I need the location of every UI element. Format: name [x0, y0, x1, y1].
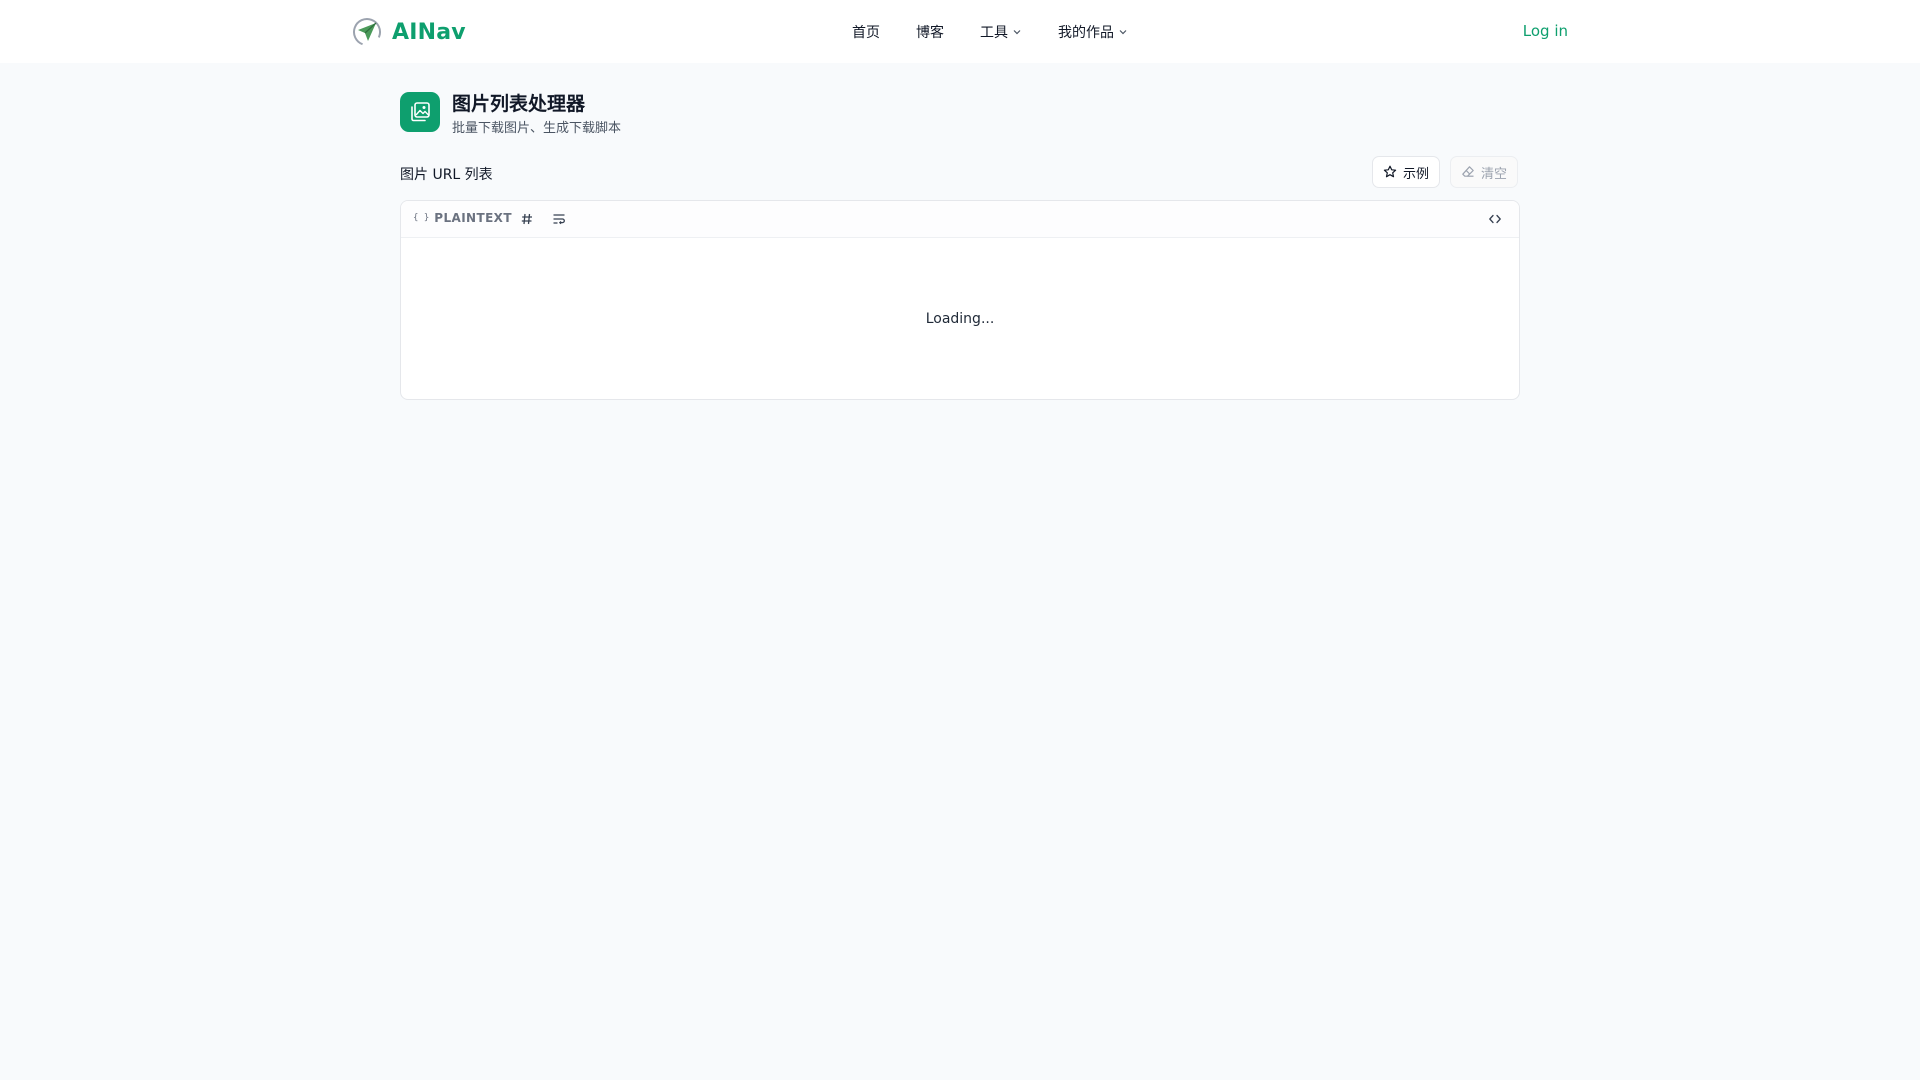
- example-button-label: 示例: [1403, 166, 1430, 182]
- clear-button-label: 清空: [1481, 166, 1508, 182]
- brand-logo[interactable]: AINav: [352, 15, 466, 49]
- code-icon: [1489, 214, 1501, 224]
- login-link[interactable]: Log in: [1523, 22, 1568, 40]
- braces-icon: { }: [413, 213, 430, 223]
- url-editor[interactable]: { } PLAINTEXT Loading...: [400, 200, 1520, 400]
- language-label: PLAINTEXT: [434, 211, 512, 225]
- language-selector[interactable]: { } PLAINTEXT: [413, 211, 512, 225]
- nav-item-label: 我的作品: [1058, 24, 1114, 41]
- top-header: AINav 首页 博客 工具 我的作品 Log in: [0, 0, 1920, 63]
- word-wrap-toggle[interactable]: [551, 211, 567, 227]
- nav-item-label: 首页: [852, 24, 880, 41]
- star-icon: [1383, 165, 1397, 178]
- line-numbers-toggle[interactable]: [519, 211, 535, 227]
- wrap-text-icon: [553, 214, 565, 225]
- chevron-down-icon: [1013, 29, 1021, 34]
- example-button[interactable]: 示例: [1372, 156, 1441, 188]
- url-list-label: 图片 URL 列表: [400, 167, 493, 183]
- nav-item-my-works[interactable]: 我的作品: [1058, 22, 1128, 42]
- editor-loading: Loading...: [925, 310, 995, 327]
- hash-icon: [521, 213, 532, 225]
- page-subtitle: 批量下载图片、生成下载脚本: [452, 121, 622, 136]
- main-nav: 首页 博客 工具 我的作品: [852, 0, 1128, 63]
- format-code-button[interactable]: [1487, 211, 1503, 227]
- nav-item-label: 工具: [980, 24, 1008, 41]
- eraser-icon: [1462, 166, 1474, 177]
- paper-plane-logo-icon: [353, 18, 381, 46]
- images-icon: [411, 102, 430, 122]
- nav-item-tools[interactable]: 工具: [980, 22, 1022, 42]
- page-title: 图片列表处理器: [452, 93, 586, 115]
- tool-badge: [400, 92, 440, 132]
- clear-button[interactable]: 清空: [1450, 156, 1519, 188]
- nav-item-home[interactable]: 首页: [852, 22, 880, 42]
- nav-item-blog[interactable]: 博客: [916, 22, 944, 42]
- chevron-down-icon: [1119, 29, 1127, 34]
- brand-name: AINav: [392, 19, 466, 45]
- editor-toolbar: { } PLAINTEXT: [401, 201, 1519, 238]
- nav-item-label: 博客: [916, 24, 944, 41]
